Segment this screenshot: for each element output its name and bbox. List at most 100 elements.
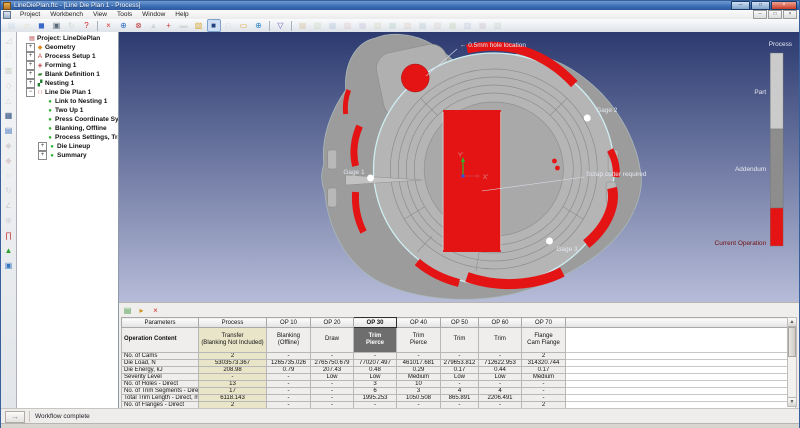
parameter-value-cell[interactable]: 1265735.026 xyxy=(267,360,311,367)
edit-table-icon[interactable]: ▤ xyxy=(122,305,133,316)
workflow-step-10-icon[interactable]: ▨ xyxy=(431,19,445,32)
report-notebook-icon[interactable]: ▤ xyxy=(3,125,15,137)
workflow-step-12-icon[interactable]: ▨ xyxy=(461,19,475,32)
parameter-value-cell[interactable]: 0.29 xyxy=(397,367,441,374)
zoom-in-icon[interactable]: ⊕ xyxy=(117,19,131,32)
delete-operation-icon[interactable]: × xyxy=(150,305,161,316)
export-report-icon[interactable]: ▸ xyxy=(136,305,147,316)
parameter-value-cell[interactable]: - xyxy=(311,381,354,388)
parameter-value-cell[interactable]: Low xyxy=(441,374,479,381)
tree-item[interactable]: ●Press Coordinate System xyxy=(17,115,118,124)
workflow-step-13-icon[interactable]: ▦ xyxy=(476,19,490,32)
parameter-value-cell[interactable]: Low xyxy=(354,374,397,381)
parameters-table[interactable]: ParametersProcessOP 10OP 20OP 30OP 40OP … xyxy=(121,317,796,408)
refresh-icon[interactable]: ↻ xyxy=(65,19,79,32)
diamond-tool-2-icon[interactable]: ◆ xyxy=(3,155,15,167)
column-header-op-20[interactable]: OP 20 xyxy=(311,318,354,328)
tree-item[interactable]: ●Process Settings, Transfer xyxy=(17,133,118,142)
gage-1-marker[interactable] xyxy=(367,175,374,182)
operation-content-cell[interactable]: Blanking (Offline) xyxy=(267,328,311,353)
operation-content-cell[interactable]: Draw xyxy=(311,328,354,353)
tree-item[interactable]: ▤Project: LineDiePlan xyxy=(17,34,118,43)
open-folder-icon[interactable]: ▱ xyxy=(20,19,34,32)
column-header-op-10[interactable]: OP 10 xyxy=(267,318,311,328)
tree-item[interactable]: +▰Blank Definition 1 xyxy=(17,70,118,79)
column-header-op-40[interactable]: OP 40 xyxy=(397,318,441,328)
wireframe-view-icon[interactable]: □ xyxy=(222,19,236,32)
tree-item[interactable]: ●Two Up 1 xyxy=(17,106,118,115)
parameter-value-cell[interactable]: 0.79 xyxy=(267,367,311,374)
expander-icon[interactable]: + xyxy=(26,61,35,70)
3d-viewport[interactable]: Y' X' Gage 1 Gage 2 Gage 3 ← 0.5mm hole … xyxy=(119,32,799,302)
parameter-value-cell[interactable]: Medium xyxy=(522,374,566,381)
measure-icon[interactable]: ▭ xyxy=(237,19,251,32)
operation-content-cell[interactable]: Trim Pierce xyxy=(354,328,397,353)
parameter-value-cell[interactable]: 3 xyxy=(397,388,441,395)
parameter-value-cell[interactable]: - xyxy=(267,374,311,381)
parameter-value-cell[interactable]: 3 xyxy=(354,381,397,388)
menu-project[interactable]: Project xyxy=(15,10,45,19)
die-view-canvas[interactable]: Y' X' Gage 1 Gage 2 Gage 3 ← 0.5mm hole … xyxy=(119,32,799,302)
parameter-value-cell[interactable]: 0.17 xyxy=(522,367,566,374)
new-document-icon[interactable]: ▤ xyxy=(5,19,19,32)
scrollbar-thumb[interactable] xyxy=(788,327,796,357)
mdi-close-button[interactable]: × xyxy=(783,10,797,19)
pan-icon[interactable]: + xyxy=(162,19,176,32)
rectangle-tool-icon[interactable]: □ xyxy=(3,50,15,62)
parameter-value-cell[interactable]: 0.44 xyxy=(479,367,522,374)
parameter-value-cell[interactable]: - xyxy=(397,353,441,360)
menu-view[interactable]: View xyxy=(88,10,112,19)
measure-line-icon[interactable]: ∠ xyxy=(3,200,15,212)
menu-workbench[interactable]: Workbench xyxy=(45,10,88,19)
parameter-value-cell[interactable]: - xyxy=(522,381,566,388)
rotate-tool-icon[interactable]: ○ xyxy=(3,170,15,182)
display-monitor-icon[interactable]: ▦ xyxy=(3,110,15,122)
parameter-value-cell[interactable]: 2206.491 xyxy=(479,395,522,402)
trim-tool-icon[interactable]: ◇ xyxy=(3,80,15,92)
column-header-parameters[interactable]: Parameters xyxy=(122,318,199,328)
parameter-value-cell[interactable]: - xyxy=(479,353,522,360)
scroll-down-icon[interactable]: ▼ xyxy=(788,397,796,406)
parameter-value-cell[interactable]: 314320.744 xyxy=(522,360,566,367)
box-3d-view-icon[interactable]: ▧ xyxy=(192,19,206,32)
column-header-op-60[interactable]: OP 60 xyxy=(479,318,522,328)
expander-icon[interactable]: + xyxy=(26,70,35,79)
tree-item[interactable]: ●Link to Nesting 1 xyxy=(17,97,118,106)
parameter-value-cell[interactable]: - xyxy=(522,388,566,395)
tree-item[interactable]: −∷Line Die Plan 1 xyxy=(17,88,118,97)
parameter-value-cell[interactable]: 208.98 xyxy=(199,367,267,374)
find-zoom-icon[interactable]: ⊕ xyxy=(252,19,266,32)
parameter-value-cell[interactable]: 10 xyxy=(397,381,441,388)
shaded-view-icon[interactable]: ■ xyxy=(207,19,221,32)
workbench-switch-icon[interactable]: ▣ xyxy=(3,260,15,272)
tree-item[interactable]: +◆Geometry xyxy=(17,43,118,52)
workflow-step-7-icon[interactable]: ▦ xyxy=(386,19,400,32)
transform-tool-icon[interactable]: △ xyxy=(3,95,15,107)
expander-icon[interactable]: + xyxy=(26,79,35,88)
menu-help[interactable]: Help xyxy=(170,10,193,19)
column-header-op-50[interactable]: OP 50 xyxy=(441,318,479,328)
parameter-value-cell[interactable]: 4 xyxy=(441,388,479,395)
close-button[interactable]: × xyxy=(771,1,797,10)
parameter-value-cell[interactable]: - xyxy=(441,353,479,360)
operation-content-cell[interactable]: Flange Cam Flange xyxy=(522,328,566,353)
column-header-op-30[interactable]: OP 30 xyxy=(354,318,397,328)
parameter-value-cell[interactable]: 0.17 xyxy=(441,367,479,374)
column-header-process[interactable]: Process xyxy=(199,318,267,328)
workflow-step-6-icon[interactable]: ▨ xyxy=(371,19,385,32)
parameter-value-cell[interactable]: 17 xyxy=(199,388,267,395)
parameter-value-cell[interactable]: Medium xyxy=(397,374,441,381)
help-icon[interactable]: ? xyxy=(80,19,94,32)
scroll-up-icon[interactable]: ▲ xyxy=(788,318,796,327)
workflow-step-11-icon[interactable]: ▦ xyxy=(446,19,460,32)
column-header-op-70[interactable]: OP 70 xyxy=(522,318,566,328)
workflow-step-2-icon[interactable]: ▨ xyxy=(311,19,325,32)
workflow-step-1-icon[interactable]: ▦ xyxy=(296,19,310,32)
parameter-value-cell[interactable]: 2765750.679 xyxy=(311,360,354,367)
parameter-value-cell[interactable]: - xyxy=(354,353,397,360)
parameter-value-cell[interactable]: 2 xyxy=(522,353,566,360)
expander-icon[interactable]: + xyxy=(26,43,35,52)
parameter-value-cell[interactable]: Low xyxy=(479,374,522,381)
filter-icon[interactable]: ▽ xyxy=(274,19,288,32)
operation-content-cell[interactable]: Transfer (Blanking Not Included) xyxy=(199,328,267,353)
